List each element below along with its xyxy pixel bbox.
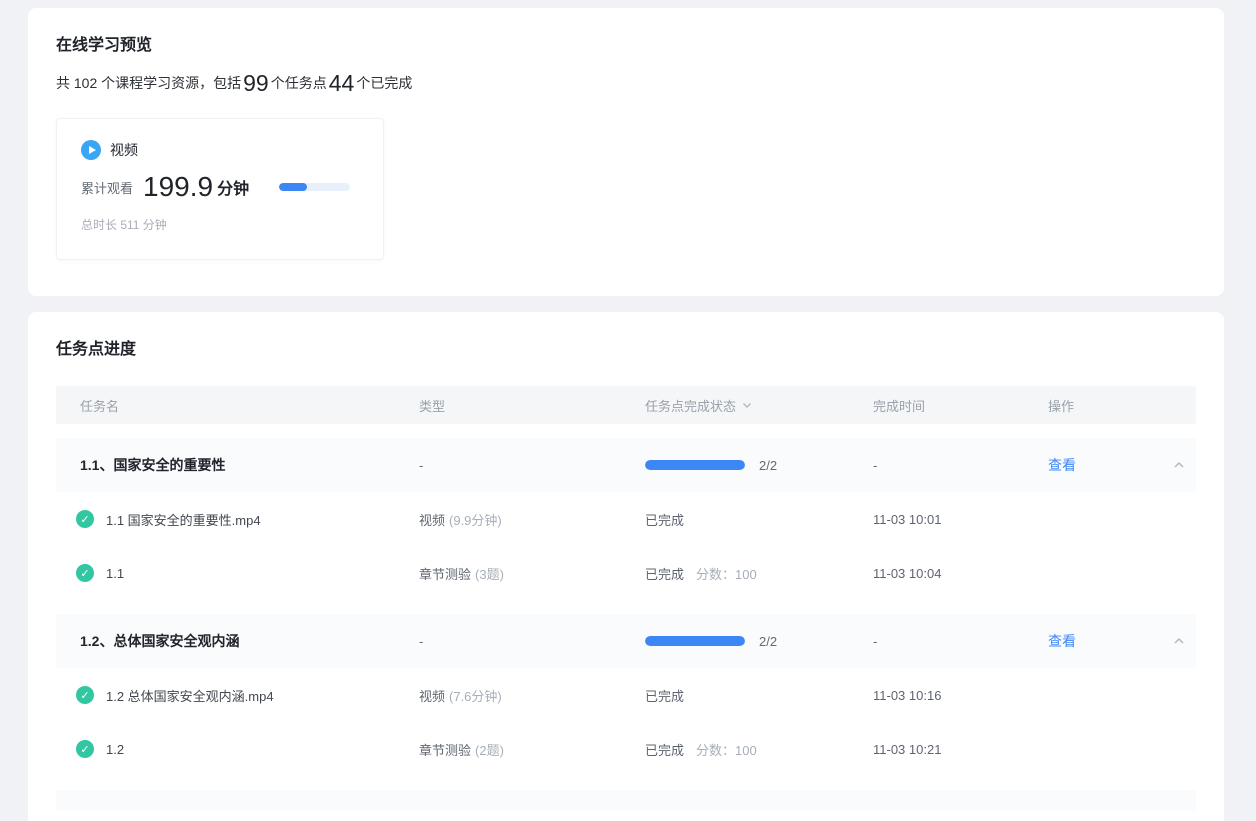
task-row: ✓ 1.2 总体国家安全观内涵.mp4 视频 (7.6分钟) 已完成 11-03 …	[56, 668, 1196, 722]
watched-unit: 分钟	[217, 175, 249, 199]
group-row[interactable]: 1.2、总体国家安全观内涵 - 2/2 - 查看	[56, 614, 1196, 668]
task-name: 1.2	[106, 742, 124, 757]
group-type: -	[419, 634, 645, 649]
task-time: 11-03 10:16	[873, 688, 1048, 703]
chevron-down-icon	[741, 399, 753, 411]
group-time: -	[873, 458, 1048, 473]
col-action: 操作	[1048, 396, 1162, 415]
col-status-label: 任务点完成状态	[645, 396, 736, 415]
chevron-up-icon	[1172, 634, 1186, 648]
task-type: 章节测验	[419, 567, 471, 582]
task-name: 1.1	[106, 566, 124, 581]
check-circle-icon: ✓	[76, 564, 94, 582]
task-row: ✓ 1.2 章节测验 (2题) 已完成分数：100 11-03 10:21	[56, 722, 1196, 776]
task-table-body: 1.1、国家安全的重要性 - 2/2 - 查看 ✓ 1.1 国家安全的重要性.m…	[56, 438, 1196, 776]
task-status: 已完成	[645, 567, 684, 582]
task-table-header: 任务名 类型 任务点完成状态 完成时间 操作	[56, 386, 1196, 424]
overview-card: 在线学习预览 共 102 个课程学习资源，包括 99 个任务点 44 个已完成 …	[28, 8, 1224, 296]
summary-suffix: 个已完成	[356, 73, 412, 93]
task-status: 已完成	[645, 513, 684, 528]
chevron-up-icon	[1172, 458, 1186, 472]
task-group-section: 1.1、国家安全的重要性 - 2/2 - 查看 ✓ 1.1 国家安全的重要性.m…	[56, 438, 1196, 600]
task-group-section: 1.2、总体国家安全观内涵 - 2/2 - 查看 ✓ 1.2 总体国家安全观内涵…	[56, 614, 1196, 776]
check-circle-icon: ✓	[76, 510, 94, 528]
task-type-extra: (2题)	[475, 743, 504, 758]
task-table: 任务名 类型 任务点完成状态 完成时间 操作 1.1、国家安全的重要性 - 2/…	[56, 386, 1196, 811]
task-type: 章节测验	[419, 743, 471, 758]
completed-count: 44	[327, 70, 357, 96]
task-points-count: 99	[241, 70, 271, 96]
video-stat-card: 视频 累计观看 199.9 分钟 总时长 511 分钟	[56, 118, 384, 260]
task-name: 1.2 总体国家安全观内涵.mp4	[106, 686, 274, 705]
task-time: 11-03 10:04	[873, 566, 1048, 581]
summary-prefix: 共 102 个课程学习资源，包括	[56, 73, 241, 93]
task-row: ✓ 1.1 章节测验 (3题) 已完成分数：100 11-03 10:04	[56, 546, 1196, 600]
group-type: -	[419, 458, 645, 473]
col-task-name: 任务名	[56, 396, 419, 415]
task-type-extra: (3题)	[475, 567, 504, 582]
group-progress-bar	[645, 460, 745, 470]
table-row-partial[interactable]	[56, 790, 1196, 811]
group-name: 1.2、总体国家安全观内涵	[56, 631, 419, 651]
watched-label: 累计观看	[81, 178, 133, 197]
collapse-toggle[interactable]	[1162, 458, 1196, 472]
group-name: 1.1、国家安全的重要性	[56, 455, 419, 475]
task-type-extra: (9.9分钟)	[449, 513, 502, 528]
watched-value: 199.9	[143, 170, 213, 204]
group-progress: 2/2	[645, 458, 873, 473]
play-icon	[81, 140, 101, 160]
task-time: 11-03 10:01	[873, 512, 1048, 527]
task-type: 视频	[419, 689, 445, 704]
group-progress-text: 2/2	[759, 634, 777, 649]
group-row[interactable]: 1.1、国家安全的重要性 - 2/2 - 查看	[56, 438, 1196, 492]
col-status-filter[interactable]: 任务点完成状态	[645, 396, 873, 415]
task-status: 已完成	[645, 689, 684, 704]
overview-title: 在线学习预览	[56, 34, 1196, 58]
video-label: 视频	[110, 140, 138, 160]
task-type: 视频	[419, 513, 445, 528]
task-row: ✓ 1.1 国家安全的重要性.mp4 视频 (9.9分钟) 已完成 11-03 1…	[56, 492, 1196, 546]
task-score: 分数：100	[696, 743, 757, 758]
check-circle-icon: ✓	[76, 686, 94, 704]
overview-summary: 共 102 个课程学习资源，包括 99 个任务点 44 个已完成	[56, 70, 1196, 96]
video-progress-bar	[279, 183, 350, 191]
group-time: -	[873, 634, 1048, 649]
task-time: 11-03 10:21	[873, 742, 1048, 757]
task-progress-title: 任务点进度	[56, 338, 1196, 362]
group-progress-text: 2/2	[759, 458, 777, 473]
group-progress-bar	[645, 636, 745, 646]
view-link[interactable]: 查看	[1048, 633, 1076, 649]
task-type-extra: (7.6分钟)	[449, 689, 502, 704]
video-total-duration: 总时长 511 分钟	[81, 216, 359, 233]
col-time: 完成时间	[873, 396, 1048, 415]
task-status: 已完成	[645, 743, 684, 758]
task-name: 1.1 国家安全的重要性.mp4	[106, 510, 261, 529]
group-progress: 2/2	[645, 634, 873, 649]
check-circle-icon: ✓	[76, 740, 94, 758]
task-progress-card: 任务点进度 任务名 类型 任务点完成状态 完成时间 操作 1.1、国家安全的重要…	[28, 312, 1224, 821]
task-score: 分数：100	[696, 567, 757, 582]
video-progress-fill	[279, 183, 307, 191]
collapse-toggle[interactable]	[1162, 634, 1196, 648]
col-type: 类型	[419, 396, 645, 415]
summary-mid: 个任务点	[271, 73, 327, 93]
view-link[interactable]: 查看	[1048, 457, 1076, 473]
